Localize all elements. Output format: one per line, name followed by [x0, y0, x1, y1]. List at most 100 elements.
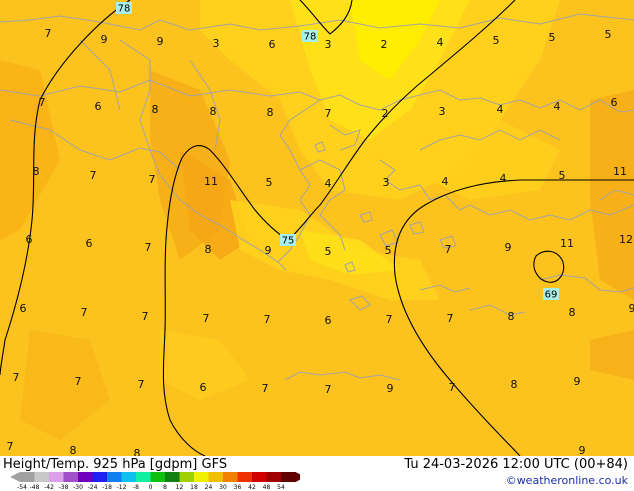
- temperature-value: 3: [213, 37, 220, 50]
- temperature-value: 8: [267, 106, 274, 119]
- temperature-value: 7: [75, 375, 82, 388]
- temperature-value: 4: [497, 103, 504, 116]
- temperature-value: 6: [86, 237, 93, 250]
- contour-label: 75: [280, 234, 296, 247]
- contour-label: 78: [116, 2, 132, 15]
- temperature-value: 2: [382, 107, 389, 120]
- colorbar-swatch: [180, 472, 195, 482]
- temperature-value: 6: [95, 100, 102, 113]
- colorbar-swatch: [238, 472, 253, 482]
- temperature-field: [0, 0, 634, 456]
- temperature-value: 7: [39, 96, 46, 109]
- temperature-value: 9: [505, 241, 512, 254]
- colorbar-swatch: [194, 472, 209, 482]
- colorbar-swatch: [267, 472, 282, 482]
- temperature-value: 3: [439, 105, 446, 118]
- colorbar-swatch: [49, 472, 64, 482]
- temperature-value: 6: [26, 233, 33, 246]
- temperature-value: 8: [205, 243, 212, 256]
- temperature-value: 7: [149, 173, 156, 186]
- temperature-value: 7: [447, 312, 454, 325]
- temperature-value: 6: [269, 38, 276, 51]
- temperature-value: 9: [629, 302, 634, 315]
- temperature-value: 7: [90, 169, 97, 182]
- temperature-value: 7: [203, 312, 210, 325]
- colorbar-swatch: [35, 472, 50, 482]
- temperature-value: 7: [262, 382, 269, 395]
- temperature-value: 6: [325, 314, 332, 327]
- temperature-value: 7: [138, 378, 145, 391]
- temperature-value: 7: [445, 243, 452, 256]
- temperature-value: 6: [611, 96, 618, 109]
- colorbar-swatch: [20, 472, 35, 482]
- temperature-value: 5: [325, 245, 332, 258]
- temperature-value: 4: [554, 100, 561, 113]
- temperature-value: 7: [13, 371, 20, 384]
- temperature-value: 4: [442, 175, 449, 188]
- temperature-value: 8: [210, 105, 217, 118]
- contour-label-text: 75: [282, 236, 295, 247]
- colorbar-swatch: [122, 472, 137, 482]
- colorbar-swatch: [107, 472, 122, 482]
- temperature-value: 2: [381, 38, 388, 51]
- temperature-value: 5: [385, 244, 392, 257]
- temperature-value: 3: [383, 176, 390, 189]
- temperature-value: 7: [449, 381, 456, 394]
- temperature-value: 8: [33, 165, 40, 178]
- temperature-value: 7: [145, 241, 152, 254]
- colorbar-swatch: [151, 472, 166, 482]
- temperature-value: 11: [204, 175, 218, 188]
- colorbar-swatch: [281, 472, 296, 482]
- contour-label-text: 69: [545, 290, 558, 301]
- contour-label: 78: [302, 30, 318, 43]
- temperature-value: 8: [569, 306, 576, 319]
- temperature-value: 9: [265, 244, 272, 257]
- temperature-value: 8: [152, 103, 159, 116]
- temperature-value: 5: [605, 28, 612, 41]
- contour-label: 69: [543, 288, 559, 301]
- map-title: Height/Temp. 925 hPa [gdpm] GFS: [3, 457, 227, 472]
- colorbar-swatch: [223, 472, 238, 482]
- temperature-value: 4: [437, 36, 444, 49]
- temperature-value: 7: [142, 310, 149, 323]
- temperature-value: 7: [386, 313, 393, 326]
- temperature-value: 8: [508, 310, 515, 323]
- temperature-value: 12: [619, 233, 633, 246]
- temperature-value: 6: [20, 302, 27, 315]
- colorbar-swatches: [10, 472, 300, 482]
- colorbar-swatch: [64, 472, 79, 482]
- temperature-value: 4: [325, 177, 332, 190]
- temperature-value: 7: [325, 383, 332, 396]
- colorbar-swatch: [136, 472, 151, 482]
- temperature-value: 11: [560, 237, 574, 250]
- temperature-value: 9: [574, 375, 581, 388]
- temperature-value: 4: [500, 172, 507, 185]
- temperature-value: 5: [493, 34, 500, 47]
- temperature-value: 5: [266, 176, 273, 189]
- temperature-value: 9: [157, 35, 164, 48]
- temperature-value: 7: [81, 306, 88, 319]
- colorbar-swatch: [252, 472, 267, 482]
- temperature-value: 5: [559, 169, 566, 182]
- temperature-value: 7: [7, 440, 14, 453]
- colorbar: -54-48-42-38-30-24-18-12-808121824303642…: [0, 471, 300, 491]
- contour-label-text: 78: [304, 32, 317, 43]
- temperature-value: 7: [45, 27, 52, 40]
- temperature-value: 9: [387, 382, 394, 395]
- colorbar-swatch: [93, 472, 108, 482]
- colorbar-swatch: [78, 472, 93, 482]
- colorbar-swatch: [165, 472, 180, 482]
- colorbar-left-arrow: [10, 472, 20, 482]
- temperature-value: 7: [264, 313, 271, 326]
- colorbar-swatch: [209, 472, 224, 482]
- temperature-value: 8: [511, 378, 518, 391]
- temperature-value: 5: [549, 31, 556, 44]
- temperature-value: 9: [101, 33, 108, 46]
- temperature-value: 6: [200, 381, 207, 394]
- credit-link[interactable]: ©weatheronline.co.uk: [506, 474, 628, 487]
- temperature-value: 11: [613, 165, 627, 178]
- colorbar-right-arrow: [296, 472, 301, 482]
- valid-time: Tu 24-03-2026 12:00 UTC (00+84): [404, 457, 628, 472]
- contour-label-text: 78: [118, 4, 131, 15]
- temperature-value: 3: [325, 38, 332, 51]
